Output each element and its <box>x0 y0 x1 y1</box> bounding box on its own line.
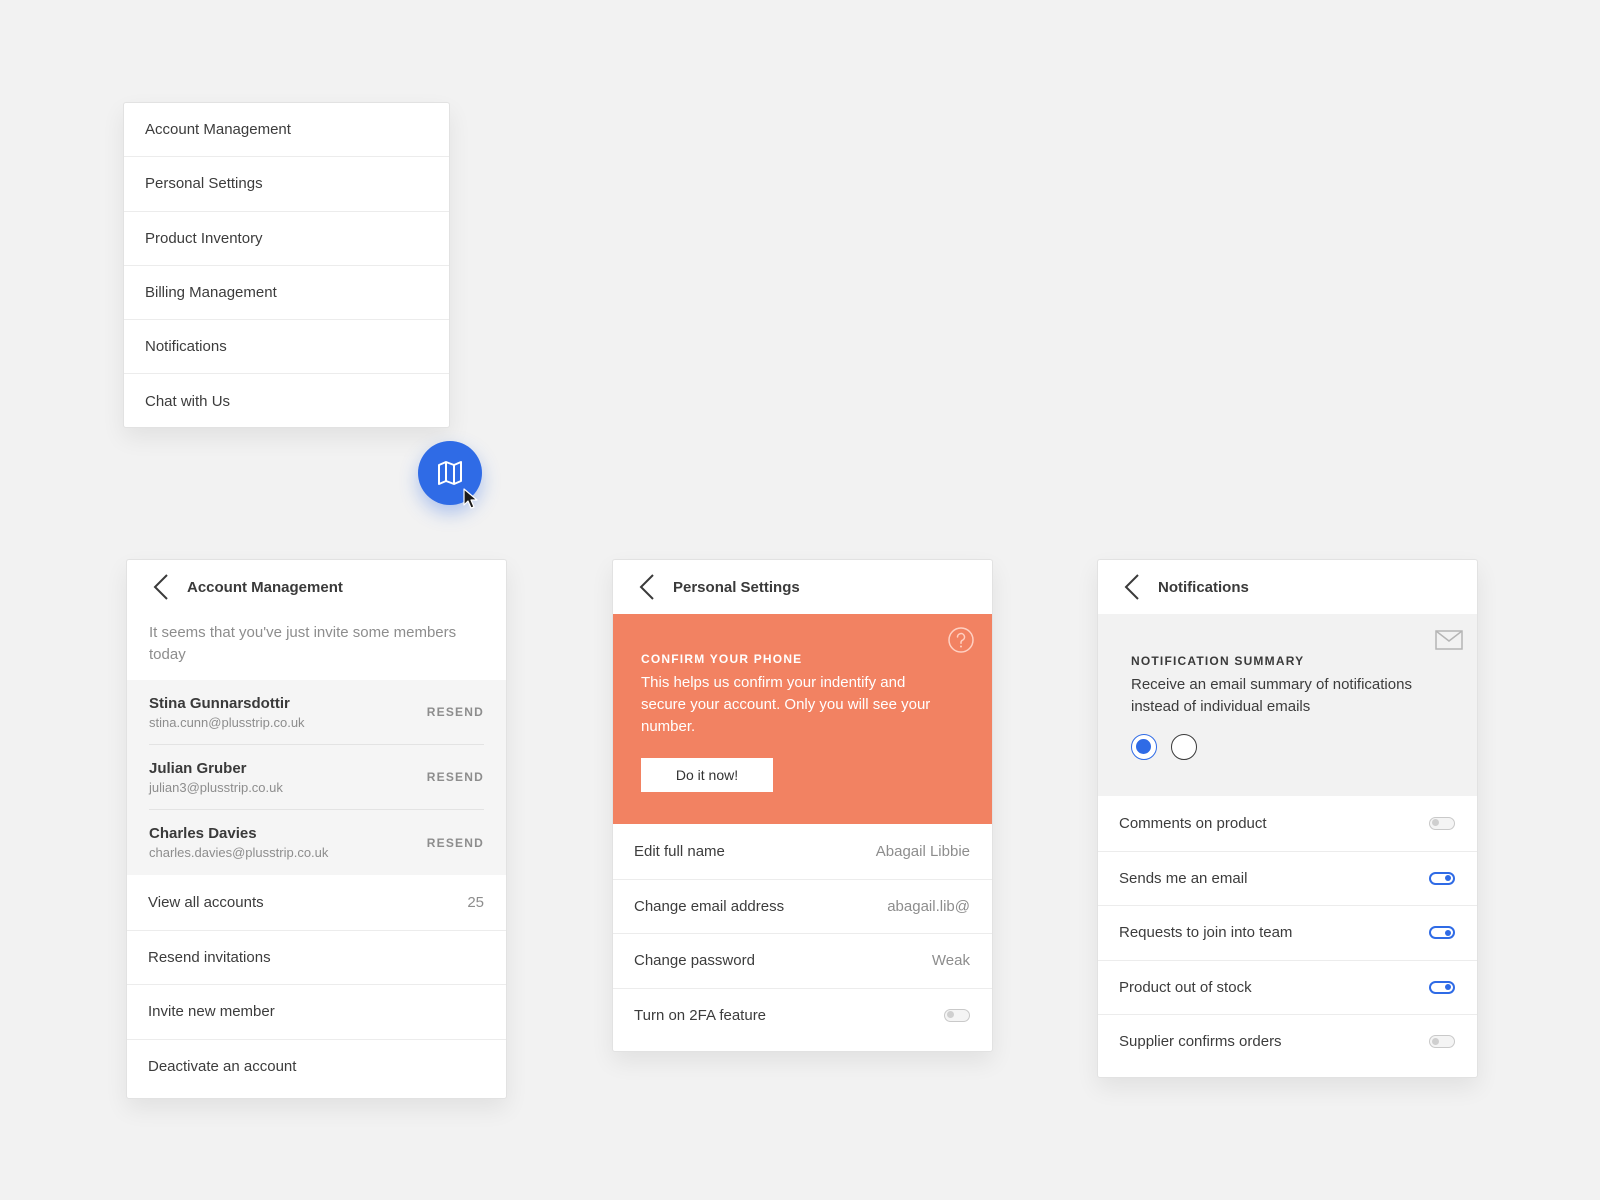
notification-summary-section: NOTIFICATION SUMMARY Receive an email su… <box>1098 614 1477 796</box>
deactivate-account-row[interactable]: Deactivate an account <box>127 1039 506 1094</box>
password-strength-value: Weak <box>932 952 970 969</box>
member-email: stina.cunn@plusstrip.co.uk <box>149 715 305 730</box>
row-label: Comments on product <box>1119 815 1267 832</box>
join-requests-toggle[interactable] <box>1429 926 1455 939</box>
row-label: Deactivate an account <box>148 1058 296 1075</box>
intro-text: It seems that you've just invite some me… <box>127 614 506 680</box>
notification-row-join-requests: Requests to join into team <box>1098 905 1477 960</box>
member-email: julian3@plusstrip.co.uk <box>149 780 283 795</box>
member-row: Charles Davies charles.davies@plusstrip.… <box>149 810 484 875</box>
change-email-row[interactable]: Change email address abagail.lib@ <box>613 879 992 934</box>
resend-button[interactable]: RESEND <box>427 705 484 719</box>
back-arrow-icon[interactable] <box>639 573 661 601</box>
summary-text: Receive an email summary of notification… <box>1131 674 1431 718</box>
navigation-menu: Account Management Personal Settings Pro… <box>123 102 450 428</box>
menu-item-personal-settings[interactable]: Personal Settings <box>124 157 449 211</box>
full-name-value: Abagail Libbie <box>876 843 970 860</box>
member-name: Julian Gruber <box>149 760 283 777</box>
back-arrow-icon[interactable] <box>153 573 175 601</box>
do-it-now-button[interactable]: Do it now! <box>641 758 773 792</box>
row-label: Sends me an email <box>1119 870 1247 887</box>
out-of-stock-toggle[interactable] <box>1429 981 1455 994</box>
confirm-phone-banner: CONFIRM YOUR PHONE This helps us confirm… <box>613 614 992 824</box>
row-label: View all accounts <box>148 894 264 911</box>
menu-item-billing-management[interactable]: Billing Management <box>124 266 449 320</box>
two-factor-toggle[interactable] <box>944 1009 970 1022</box>
notifications-panel: Notifications NOTIFICATION SUMMARY Recei… <box>1097 559 1478 1078</box>
banner-title: CONFIRM YOUR PHONE <box>641 652 964 666</box>
mouse-cursor-icon <box>463 488 481 510</box>
menu-item-notifications[interactable]: Notifications <box>124 320 449 374</box>
row-label: Turn on 2FA feature <box>634 1007 766 1024</box>
email-toggle[interactable] <box>1429 872 1455 885</box>
map-icon <box>436 459 464 487</box>
accounts-count: 25 <box>467 894 484 911</box>
panel-title: Personal Settings <box>673 579 800 596</box>
envelope-icon <box>1435 630 1463 655</box>
member-row: Julian Gruber julian3@plusstrip.co.uk RE… <box>149 745 484 810</box>
invite-new-member-row[interactable]: Invite new member <box>127 984 506 1039</box>
row-label: Change email address <box>634 898 784 915</box>
help-circle-icon[interactable] <box>947 626 975 659</box>
summary-radio-group <box>1131 734 1455 760</box>
row-label: Requests to join into team <box>1119 924 1292 941</box>
row-label: Product out of stock <box>1119 979 1252 996</box>
menu-item-product-inventory[interactable]: Product Inventory <box>124 212 449 266</box>
member-row: Stina Gunnarsdottir stina.cunn@plusstrip… <box>149 680 484 745</box>
notification-row-comments: Comments on product <box>1098 796 1477 851</box>
panel-title: Notifications <box>1158 579 1249 596</box>
row-label: Resend invitations <box>148 949 271 966</box>
member-name: Charles Davies <box>149 825 328 842</box>
personal-settings-panel: Personal Settings CONFIRM YOUR PHONE Thi… <box>612 559 993 1052</box>
resend-invitations-row[interactable]: Resend invitations <box>127 930 506 985</box>
panel-header: Account Management <box>127 560 506 614</box>
member-name: Stina Gunnarsdottir <box>149 695 305 712</box>
change-password-row[interactable]: Change password Weak <box>613 933 992 988</box>
summary-radio-option[interactable] <box>1171 734 1197 760</box>
edit-full-name-row[interactable]: Edit full name Abagail Libbie <box>613 824 992 879</box>
account-management-panel: Account Management It seems that you've … <box>126 559 507 1099</box>
notification-row-email: Sends me an email <box>1098 851 1477 906</box>
comments-toggle[interactable] <box>1429 817 1455 830</box>
summary-radio-option[interactable] <box>1131 734 1157 760</box>
summary-title: NOTIFICATION SUMMARY <box>1131 654 1455 668</box>
row-label: Supplier confirms orders <box>1119 1033 1282 1050</box>
member-email: charles.davies@plusstrip.co.uk <box>149 845 328 860</box>
resend-button[interactable]: RESEND <box>427 770 484 784</box>
email-value: abagail.lib@ <box>887 898 970 915</box>
row-label: Edit full name <box>634 843 725 860</box>
panel-header: Notifications <box>1098 560 1477 614</box>
view-all-accounts-row[interactable]: View all accounts 25 <box>127 875 506 930</box>
back-arrow-icon[interactable] <box>1124 573 1146 601</box>
invited-members-list: Stina Gunnarsdottir stina.cunn@plusstrip… <box>127 680 506 875</box>
row-label: Invite new member <box>148 1003 275 1020</box>
resend-button[interactable]: RESEND <box>427 836 484 850</box>
notification-row-supplier-orders: Supplier confirms orders <box>1098 1014 1477 1069</box>
supplier-orders-toggle[interactable] <box>1429 1035 1455 1048</box>
menu-item-account-management[interactable]: Account Management <box>124 103 449 157</box>
row-label: Change password <box>634 952 755 969</box>
panel-title: Account Management <box>187 579 343 596</box>
panel-header: Personal Settings <box>613 560 992 614</box>
two-factor-row: Turn on 2FA feature <box>613 988 992 1043</box>
menu-item-chat-with-us[interactable]: Chat with Us <box>124 374 449 428</box>
notification-row-out-of-stock: Product out of stock <box>1098 960 1477 1015</box>
banner-text: This helps us confirm your indentify and… <box>641 672 941 738</box>
